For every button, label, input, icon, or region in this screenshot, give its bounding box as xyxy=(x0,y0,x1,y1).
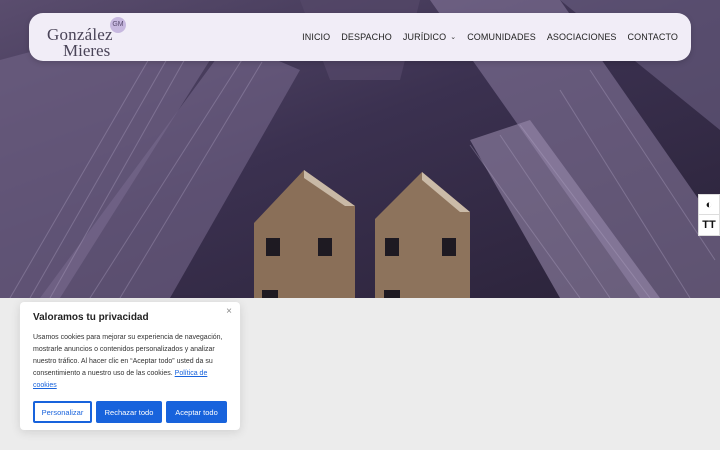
logo-line-2: Mieres xyxy=(63,41,111,60)
cookie-title: Valoramos tu privacidad xyxy=(33,312,149,323)
cookie-actions: Personalizar Rechazar todo Aceptar todo xyxy=(33,401,227,423)
nav-item-comunidades[interactable]: COMUNIDADES xyxy=(467,32,536,42)
customize-button[interactable]: Personalizar xyxy=(33,401,92,423)
cookie-consent-panel: × Valoramos tu privacidad Usamos cookies… xyxy=(20,302,240,430)
nav-item-juridico-label: JURÍDICO xyxy=(402,32,447,42)
nav-item-inicio[interactable]: INICIO xyxy=(302,32,330,42)
nav-item-contacto[interactable]: CONTACTO xyxy=(628,32,678,42)
logo-badge-icon: GM xyxy=(110,17,126,33)
nav-item-asociaciones[interactable]: ASOCIACIONES xyxy=(547,32,617,42)
main-nav: INICIO DESPACHO JURÍDICO ⌄ COMUNIDADES A… xyxy=(302,13,678,61)
accept-all-button[interactable]: Aceptar todo xyxy=(166,401,227,423)
nav-item-juridico[interactable]: JURÍDICO ⌄ xyxy=(403,32,456,42)
nav-item-despacho[interactable]: DESPACHO xyxy=(341,32,392,42)
accessibility-toolbar: ◐ TT xyxy=(698,194,720,236)
chevron-down-icon: ⌄ xyxy=(450,34,457,41)
reject-all-button[interactable]: Rechazar todo xyxy=(96,401,162,423)
text-size-icon[interactable]: TT xyxy=(698,215,720,236)
house-left-illustration xyxy=(254,170,355,298)
site-logo[interactable]: González Mieres GM xyxy=(47,13,147,61)
house-right-illustration xyxy=(375,172,470,298)
cookie-description: Usamos cookies para mejorar su experienc… xyxy=(33,332,227,392)
close-icon[interactable]: × xyxy=(226,306,232,317)
site-header: González Mieres GM INICIO DESPACHO JURÍD… xyxy=(29,13,691,61)
contrast-toggle-icon[interactable]: ◐ xyxy=(698,194,720,215)
